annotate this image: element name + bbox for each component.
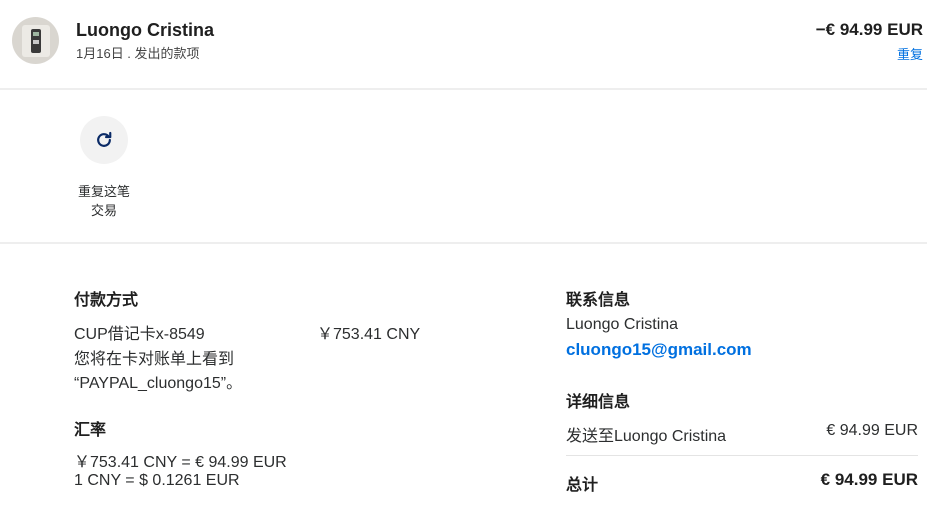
repeat-transaction-label: 重复这笔 交易	[72, 182, 136, 220]
total-amount: € 94.99 EUR	[820, 470, 918, 489]
exchange-rate-line2: 1 CNY = $ 0.1261 EUR	[74, 472, 240, 489]
statement-note-line1: 您将在卡对账单上看到	[74, 351, 235, 368]
transaction-amount: −€ 94.99 EUR	[815, 20, 923, 39]
transaction-header: Luongo Cristina 1月16日 . 发出的款项 −€ 94.99 E…	[0, 0, 927, 90]
payment-method-title: 付款方式	[74, 292, 139, 309]
action-area: 重复这笔 交易	[0, 92, 927, 244]
sent-to-label: 发送至Luongo Cristina	[566, 428, 727, 445]
contact-email-link[interactable]: cluongo15@gmail.com	[566, 340, 752, 360]
contact-name: Luongo Cristina	[566, 316, 679, 333]
payment-card: CUP借记卡x-8549	[74, 326, 205, 343]
sent-amount: € 94.99 EUR	[826, 422, 918, 439]
avatar	[12, 17, 59, 64]
details-title: 详细信息	[566, 394, 631, 411]
exchange-rate-line1: ￥753.41 CNY = € 94.99 EUR	[74, 454, 287, 471]
total-label: 总计	[566, 477, 599, 494]
repeat-link[interactable]: 重复	[897, 44, 923, 63]
repeat-label-line1: 重复这笔	[77, 184, 130, 199]
counterparty-name: Luongo Cristina	[76, 20, 214, 40]
repeat-button-circle[interactable]	[80, 116, 128, 164]
payment-card-amount: ￥753.41 CNY	[317, 326, 421, 343]
repeat-label-line2: 交易	[90, 203, 117, 218]
transaction-detail-page: Luongo Cristina 1月16日 . 发出的款项 −€ 94.99 E…	[0, 0, 927, 523]
exchange-rate-title: 汇率	[74, 422, 107, 439]
statement-note-line2: “PAYPAL_cluongo15”。	[74, 375, 243, 392]
details-divider	[566, 455, 918, 456]
repeat-transaction-button[interactable]: 重复这笔 交易	[72, 116, 136, 220]
transaction-date-type: 1月16日 . 发出的款项	[76, 46, 200, 61]
contact-info-title: 联系信息	[566, 292, 631, 309]
refresh-icon	[97, 131, 112, 147]
